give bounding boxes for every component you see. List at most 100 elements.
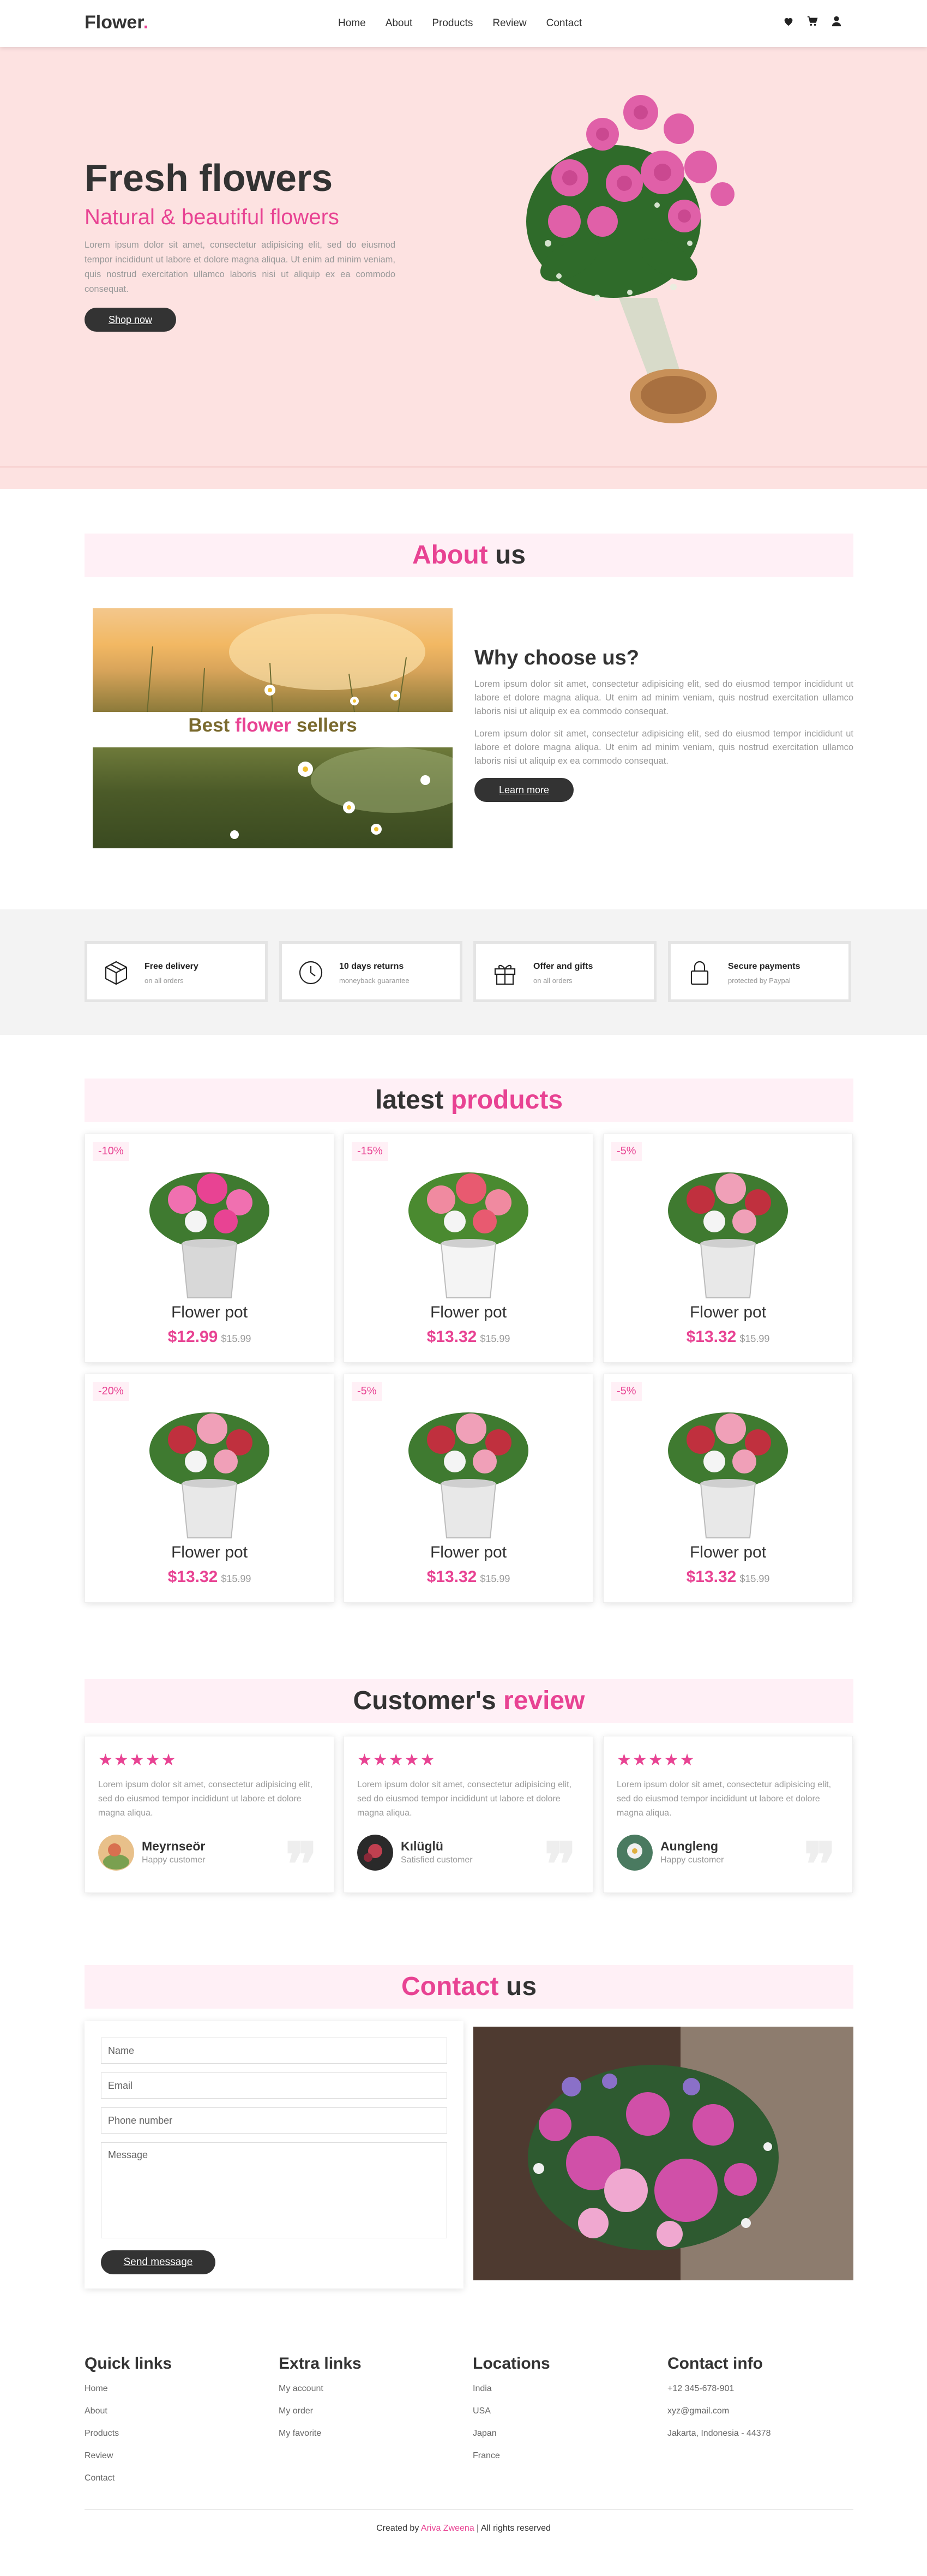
avatar bbox=[357, 1835, 393, 1871]
footer-phone[interactable]: +12 345-678-901 bbox=[667, 2384, 842, 2394]
review-text: Lorem ipsum dolor sit amet, consectetur … bbox=[357, 1780, 572, 1818]
nav-review[interactable]: Review bbox=[492, 17, 526, 29]
review-card: ★★★★★ Lorem ipsum dolor sit amet, consec… bbox=[603, 1736, 853, 1900]
caption-part-a: Best bbox=[188, 715, 235, 736]
feature-subtitle: protected by Paypal bbox=[728, 977, 791, 985]
hero-bouquet-image bbox=[526, 95, 735, 423]
credit-prefix: Created by bbox=[376, 2524, 421, 2533]
footer-link-review[interactable]: Review bbox=[85, 2451, 259, 2461]
product-price: $13.32 $15.99 bbox=[344, 1568, 593, 1586]
product-price: $12.99 $15.99 bbox=[85, 1328, 334, 1346]
user-icon[interactable] bbox=[830, 15, 842, 27]
credit-author[interactable]: Ariva Zweena bbox=[421, 2524, 474, 2533]
discount-badge: -5% bbox=[352, 1382, 382, 1401]
reviewer-role: Happy customer bbox=[142, 1855, 206, 1865]
contact-bouquet-image bbox=[473, 2027, 853, 2280]
footer-address[interactable]: Jakarta, Indonesia - 44378 bbox=[667, 2429, 842, 2439]
contact-heading: Contact us bbox=[85, 1965, 853, 2009]
footer-link-my-favorite[interactable]: My favorite bbox=[279, 2429, 453, 2439]
reviewer-name: Kılüglü bbox=[401, 1839, 443, 1853]
products-heading-dark: latest bbox=[375, 1086, 451, 1115]
footer-heading: Contact info bbox=[667, 2355, 763, 2373]
cart-icon[interactable] bbox=[806, 15, 818, 27]
lock-icon bbox=[690, 961, 709, 985]
message-field[interactable] bbox=[101, 2142, 447, 2238]
current-price: $13.32 bbox=[686, 1328, 737, 1346]
discount-badge: -5% bbox=[611, 1142, 642, 1161]
footer-divider bbox=[85, 2509, 853, 2510]
quote-icon: ❞ bbox=[544, 1829, 576, 1900]
phone-field[interactable] bbox=[101, 2107, 447, 2134]
shop-now-button[interactable]: Shop now bbox=[85, 308, 176, 332]
footer-link-my-order[interactable]: My order bbox=[279, 2406, 453, 2416]
bouquet-photo bbox=[473, 2027, 853, 2280]
product-card[interactable]: -5% Flower pot $13.32 $15.99 bbox=[603, 1374, 853, 1603]
discount-badge: -10% bbox=[93, 1142, 129, 1161]
about-text-block: Why choose us? Lorem ipsum dolor sit ame… bbox=[474, 646, 853, 802]
feature-title: Offer and gifts bbox=[533, 962, 593, 971]
logo-dot: . bbox=[143, 12, 149, 33]
feature-subtitle: on all orders bbox=[533, 977, 573, 985]
nav-about[interactable]: About bbox=[386, 17, 413, 29]
current-price: $13.32 bbox=[167, 1568, 218, 1586]
quote-icon: ❞ bbox=[285, 1829, 317, 1900]
send-message-button[interactable]: Send message bbox=[101, 2250, 215, 2274]
contact-heading-dark: us bbox=[498, 1972, 537, 2001]
product-card[interactable]: -15% Flower pot $13.32 $15.99 bbox=[344, 1134, 593, 1363]
main-nav: Home About Products Review Contact bbox=[338, 17, 582, 29]
logo[interactable]: Flower. bbox=[85, 12, 148, 33]
about-heading-dark: us bbox=[487, 541, 526, 570]
nav-products[interactable]: Products bbox=[432, 17, 473, 29]
product-name: Flower pot bbox=[171, 1303, 248, 1321]
quote-icon: ❞ bbox=[803, 1829, 836, 1900]
product-name: Flower pot bbox=[430, 1543, 507, 1561]
flower-pot-image bbox=[668, 1412, 788, 1538]
nav-contact[interactable]: Contact bbox=[546, 17, 582, 29]
footer-link-contact[interactable]: Contact bbox=[85, 2473, 259, 2483]
review-text: Lorem ipsum dolor sit amet, consectetur … bbox=[98, 1780, 313, 1818]
footer-location-usa[interactable]: USA bbox=[473, 2406, 647, 2416]
product-card[interactable]: -5% Flower pot $13.32 $15.99 bbox=[603, 1134, 853, 1363]
learn-more-button[interactable]: Learn more bbox=[474, 778, 574, 802]
old-price: $15.99 bbox=[739, 1333, 770, 1344]
feature-subtitle: on all orders bbox=[145, 977, 184, 985]
heart-icon[interactable] bbox=[782, 15, 794, 27]
nav-home[interactable]: Home bbox=[338, 17, 366, 29]
hero-subtitle: Natural & beautiful flowers bbox=[85, 205, 339, 229]
feature-title: Free delivery bbox=[145, 962, 198, 971]
name-field[interactable] bbox=[101, 2038, 447, 2064]
footer-link-about[interactable]: About bbox=[85, 2406, 259, 2416]
products-heading-pink: products bbox=[450, 1086, 563, 1115]
daisy-field-top-image bbox=[147, 614, 425, 712]
feature-offers: Offer and gifts on all orders bbox=[473, 941, 657, 1002]
product-price: $13.32 $15.99 bbox=[604, 1328, 852, 1346]
footer-locations: Locations India USA Japan France bbox=[473, 2355, 647, 2473]
product-card[interactable]: -5% Flower pot $13.32 $15.99 bbox=[344, 1374, 593, 1603]
feature-secure-payments: Secure payments protected by Paypal bbox=[668, 941, 851, 1002]
footer-location-india[interactable]: India bbox=[473, 2384, 647, 2394]
current-price: $13.32 bbox=[426, 1568, 477, 1586]
caption-part-b: sellers bbox=[291, 715, 357, 736]
old-price: $15.99 bbox=[221, 1333, 251, 1344]
product-card[interactable]: -20% Flower pot $13.32 $15.99 bbox=[85, 1374, 334, 1603]
footer-location-japan[interactable]: Japan bbox=[473, 2429, 647, 2439]
footer-link-products[interactable]: Products bbox=[85, 2429, 259, 2439]
footer-link-my-account[interactable]: My account bbox=[279, 2384, 453, 2394]
footer-link-home[interactable]: Home bbox=[85, 2384, 259, 2394]
product-card[interactable]: -10% Flower pot $12.99 $15.99 bbox=[85, 1134, 334, 1363]
contact-heading-pink: Contact bbox=[401, 1972, 499, 2001]
about-image-top bbox=[93, 608, 453, 712]
footer-email[interactable]: xyz@gmail.com bbox=[667, 2406, 842, 2416]
hero-title: Fresh flowers bbox=[85, 157, 333, 199]
footer-location-france[interactable]: France bbox=[473, 2451, 647, 2461]
credit-suffix: | All rights reserved bbox=[474, 2524, 551, 2533]
feature-subtitle: moneyback guarantee bbox=[339, 977, 410, 985]
avatar bbox=[98, 1835, 134, 1871]
flower-pot-image bbox=[149, 1172, 269, 1298]
email-field[interactable] bbox=[101, 2072, 447, 2099]
gift-icon bbox=[494, 964, 516, 985]
header-icons bbox=[782, 15, 842, 27]
hero-text: Lorem ipsum dolor sit amet, consectetur … bbox=[85, 240, 395, 294]
feature-title: Secure payments bbox=[728, 962, 800, 971]
footer-heading: Extra links bbox=[279, 2355, 362, 2373]
